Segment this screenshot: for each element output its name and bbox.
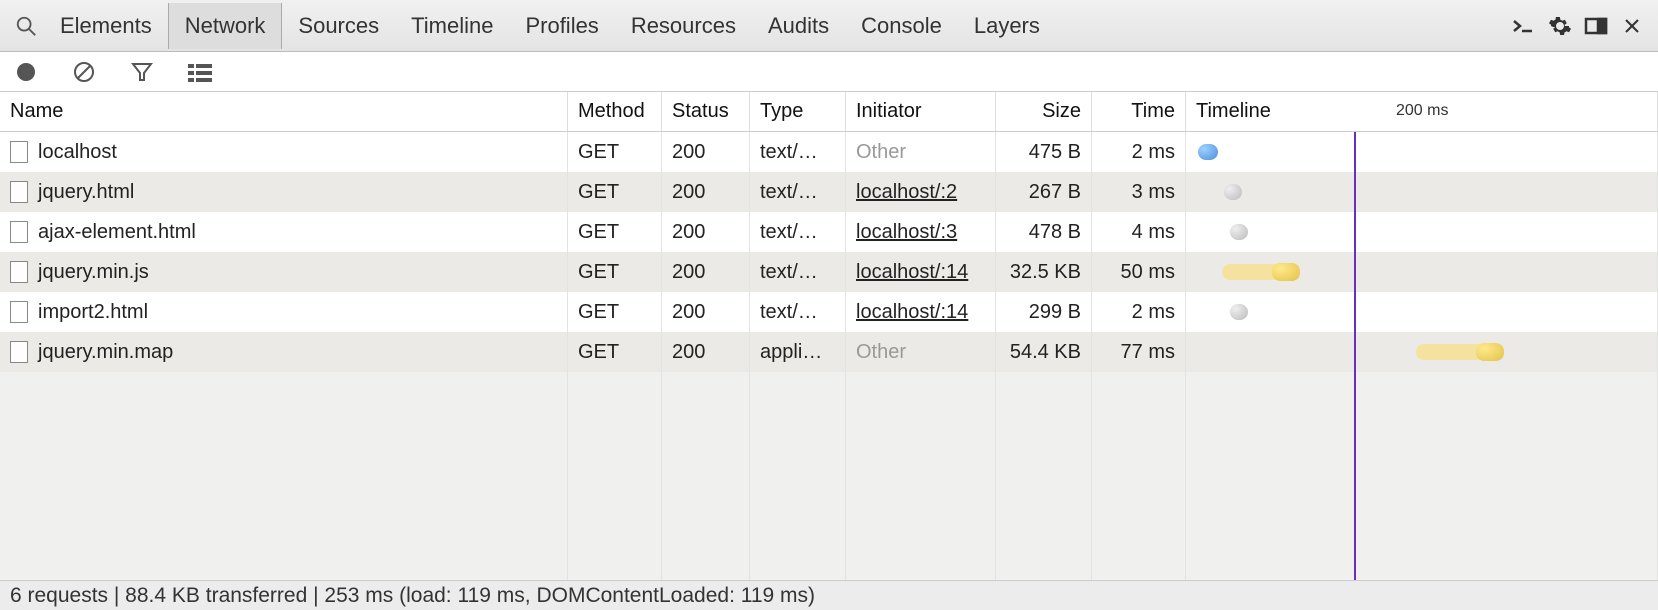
network-column-headers: Name Method Status Type Initiator Size T… [0,92,1658,132]
file-icon [10,141,28,163]
request-type: text/… [750,132,846,172]
tab-timeline[interactable]: Timeline [395,3,509,49]
request-status: 200 [662,292,750,332]
header-time[interactable]: Time [1092,92,1186,131]
request-status: 200 [662,332,750,372]
file-icon [10,181,28,203]
header-timeline[interactable]: Timeline 200 ms [1186,92,1658,131]
file-icon [10,301,28,323]
request-timeline-bar [1186,172,1658,212]
request-name: import2.html [38,301,148,324]
tab-audits[interactable]: Audits [752,3,845,49]
filter-icon[interactable] [128,58,156,86]
request-time: 2 ms [1092,292,1186,332]
request-name: jquery.min.map [38,341,173,364]
file-icon [10,221,28,243]
request-status: 200 [662,212,750,252]
request-time: 2 ms [1092,132,1186,172]
request-method: GET [568,292,662,332]
header-method[interactable]: Method [568,92,662,131]
request-type: text/… [750,212,846,252]
request-size: 299 B [996,292,1092,332]
request-timeline-bar [1186,212,1658,252]
timeline-tick: 200 ms [1396,102,1448,120]
request-time: 3 ms [1092,172,1186,212]
request-initiator[interactable]: localhost/:14 [846,292,996,332]
header-name[interactable]: Name [0,92,568,131]
request-time: 50 ms [1092,252,1186,292]
request-size: 32.5 KB [996,252,1092,292]
view-options-icon[interactable] [186,58,214,86]
tab-layers[interactable]: Layers [958,3,1056,49]
request-type: text/… [750,172,846,212]
table-row[interactable]: jquery.min.map GET200appli…Other54.4 KB77… [0,332,1658,372]
request-timeline-bar [1186,332,1658,372]
request-time: 4 ms [1092,212,1186,252]
dock-icon[interactable] [1578,8,1614,44]
tab-elements[interactable]: Elements [44,3,168,49]
console-toggle-icon[interactable] [1506,8,1542,44]
request-name: jquery.min.js [38,261,149,284]
header-timeline-label: Timeline [1196,100,1271,123]
table-row[interactable]: jquery.min.js GET200text/…localhost/:1432… [0,252,1658,292]
request-name: localhost [38,141,117,164]
header-size[interactable]: Size [996,92,1092,131]
search-icon[interactable] [8,8,44,44]
request-size: 475 B [996,132,1092,172]
tab-sources[interactable]: Sources [282,3,395,49]
table-row[interactable]: jquery.html GET200text/…localhost/:2267 B… [0,172,1658,212]
request-type: text/… [750,252,846,292]
request-timeline-bar [1186,292,1658,332]
tab-network[interactable]: Network [168,3,283,49]
header-initiator[interactable]: Initiator [846,92,996,131]
file-icon [10,261,28,283]
request-method: GET [568,172,662,212]
network-toolbar [0,52,1658,92]
request-time: 77 ms [1092,332,1186,372]
request-type: text/… [750,292,846,332]
devtools-tabbar: ElementsNetworkSourcesTimelineProfilesRe… [0,0,1658,52]
request-initiator[interactable]: localhost/:14 [846,252,996,292]
status-bar: 6 requests | 88.4 KB transferred | 253 m… [0,580,1658,610]
request-status: 200 [662,252,750,292]
file-icon [10,341,28,363]
request-status: 200 [662,132,750,172]
request-name: jquery.html [38,181,134,204]
request-type: appli… [750,332,846,372]
request-initiator: Other [846,132,996,172]
table-row[interactable]: ajax-element.html GET200text/…localhost/:… [0,212,1658,252]
request-size: 267 B [996,172,1092,212]
request-status: 200 [662,172,750,212]
request-method: GET [568,332,662,372]
request-method: GET [568,252,662,292]
table-row[interactable]: localhost GET200text/…Other475 B2 ms [0,132,1658,172]
request-method: GET [568,132,662,172]
request-size: 54.4 KB [996,332,1092,372]
table-row[interactable]: import2.html GET200text/…localhost/:14299… [0,292,1658,332]
close-icon[interactable] [1614,8,1650,44]
clear-icon[interactable] [70,58,98,86]
request-name: ajax-element.html [38,221,196,244]
record-icon[interactable] [12,58,40,86]
settings-icon[interactable] [1542,8,1578,44]
tab-profiles[interactable]: Profiles [509,3,614,49]
request-method: GET [568,212,662,252]
header-status[interactable]: Status [662,92,750,131]
request-initiator[interactable]: localhost/:2 [846,172,996,212]
tab-resources[interactable]: Resources [615,3,752,49]
request-size: 478 B [996,212,1092,252]
network-request-list: localhostGET200text/…Other475 B2 msjquer… [0,132,1658,580]
request-timeline-bar [1186,132,1658,172]
status-summary: 6 requests | 88.4 KB transferred | 253 m… [10,584,815,608]
request-initiator[interactable]: localhost/:3 [846,212,996,252]
header-type[interactable]: Type [750,92,846,131]
tab-console[interactable]: Console [845,3,958,49]
request-timeline-bar [1186,252,1658,292]
request-initiator: Other [846,332,996,372]
